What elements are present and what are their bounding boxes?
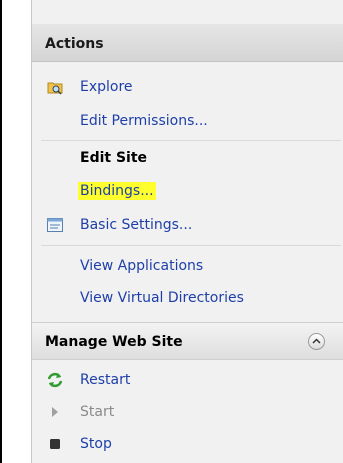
- view-virtual-directories-label: View Virtual Directories: [80, 290, 244, 306]
- play-icon: [52, 407, 58, 417]
- manage-web-site-header: Manage Web Site: [32, 322, 343, 360]
- folder-explore-icon: [47, 82, 63, 95]
- collapse-button[interactable]: [308, 333, 325, 350]
- actions-title: Actions: [45, 36, 104, 52]
- restart-icon: [47, 372, 63, 388]
- stop-icon: [50, 439, 60, 449]
- stop-label: Stop: [80, 436, 112, 452]
- window-frame: Actions Explore Edit Permissions... Edit…: [0, 0, 343, 463]
- actions-panel: Actions Explore Edit Permissions... Edit…: [31, 0, 343, 463]
- actions-panel-header: Actions: [32, 24, 343, 62]
- divider: [41, 245, 341, 246]
- bindings-label: Bindings...: [78, 182, 156, 200]
- manage-web-site-title: Manage Web Site: [45, 334, 183, 350]
- start-label: Start: [80, 404, 115, 420]
- divider: [41, 140, 341, 141]
- view-applications-label: View Applications: [80, 258, 204, 274]
- explore-label: Explore: [80, 79, 133, 95]
- restart-label: Restart: [80, 372, 131, 388]
- bindings-label-wrap: Bindings...: [78, 182, 156, 200]
- basic-settings-label: Basic Settings...: [80, 217, 193, 233]
- settings-window-icon: [47, 218, 63, 232]
- edit-site-title: Edit Site: [80, 150, 148, 166]
- edit-permissions-label: Edit Permissions...: [80, 113, 208, 129]
- chevron-up-icon: [312, 338, 321, 344]
